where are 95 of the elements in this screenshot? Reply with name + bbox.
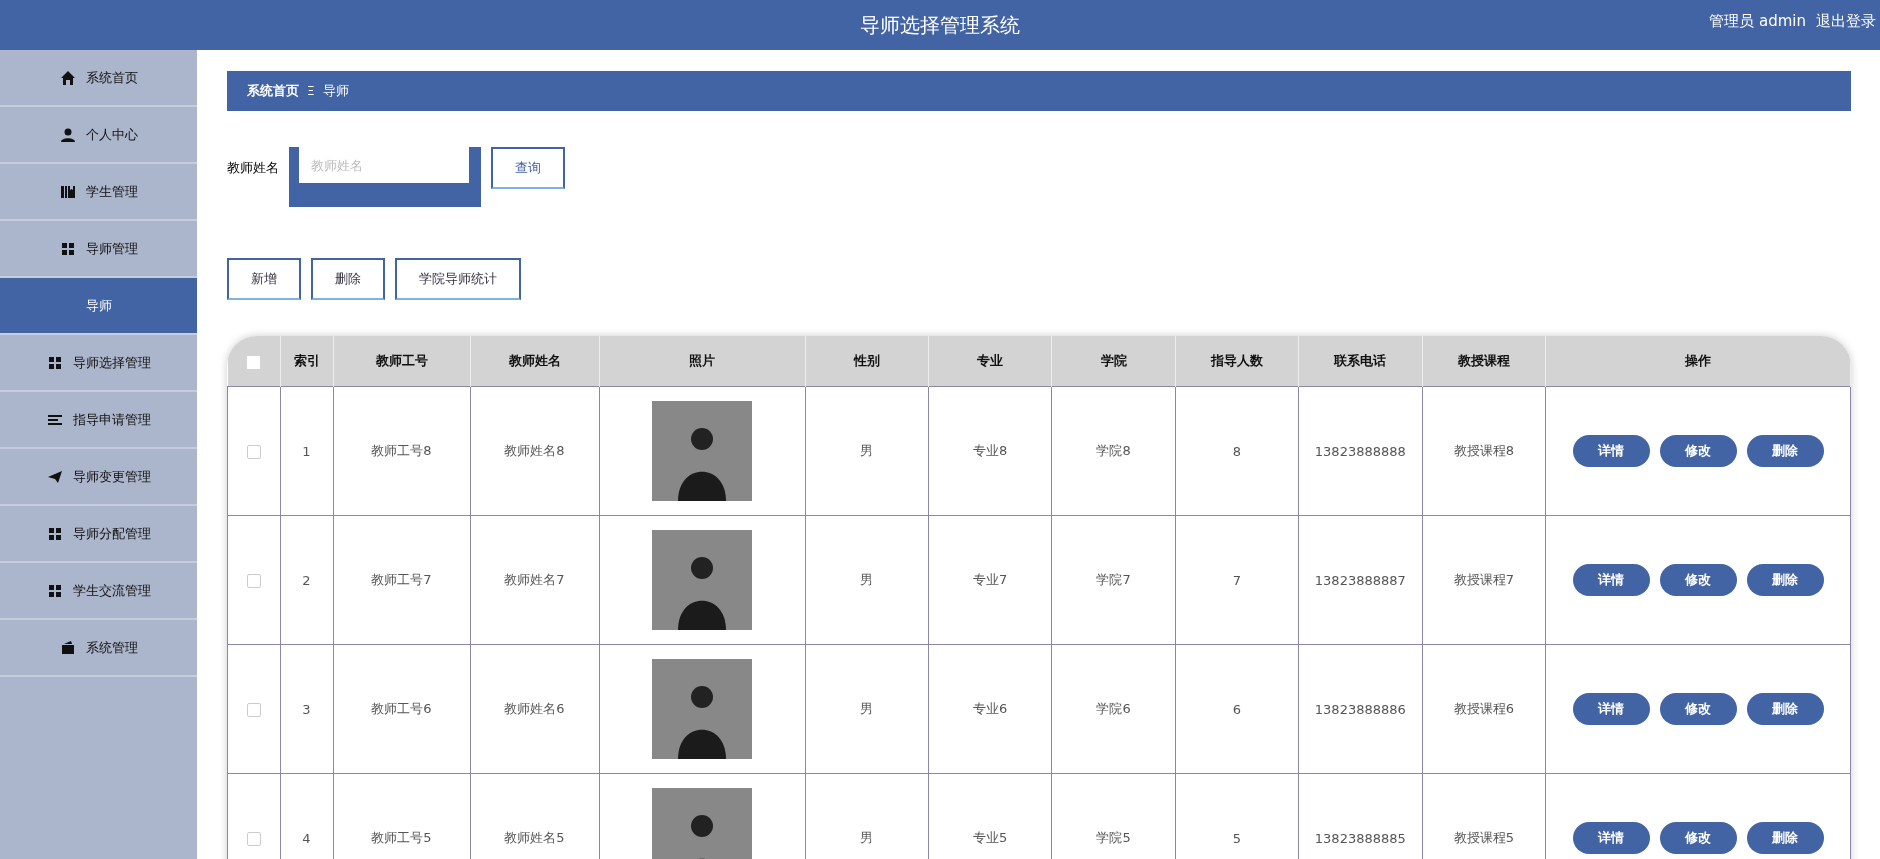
sidebar-item[interactable]: 导师选择管理 [0, 335, 197, 392]
grid-icon [59, 240, 76, 257]
row-action-button[interactable]: 修改 [1659, 693, 1737, 725]
action-button[interactable]: 学院导师统计 [395, 258, 521, 300]
table-cell: 5 [1175, 773, 1299, 859]
row-action-button[interactable]: 删除 [1746, 564, 1824, 596]
column-header: 性别 [805, 336, 929, 387]
sidebar-subitem[interactable]: 导师 [0, 278, 197, 335]
column-header: 索引 [280, 336, 333, 387]
table-cell: 教师姓名8 [470, 386, 599, 516]
search-label: 教师姓名 [227, 159, 279, 177]
books-icon [59, 183, 76, 200]
sidebar-item[interactable]: 系统首页 [0, 50, 197, 107]
column-header: 照片 [599, 336, 805, 387]
table-cell: 专业5 [928, 773, 1052, 859]
table-cell: 1 [280, 386, 333, 516]
action-button[interactable]: 删除 [311, 258, 385, 300]
table-cell: 13823888887 [1298, 515, 1423, 645]
table-cell: 男 [805, 644, 929, 774]
table-cell: 男 [805, 773, 929, 859]
breadcrumb-link[interactable]: 系统首页 [247, 82, 299, 100]
table-cell: 4 [280, 773, 333, 859]
row-checkbox[interactable] [246, 444, 261, 459]
row-action-button[interactable]: 详情 [1572, 435, 1650, 467]
row-checkbox[interactable] [246, 573, 261, 588]
sidebar-item[interactable]: 导师分配管理 [0, 506, 197, 563]
search-field[interactable]: 教师姓名 [289, 147, 481, 207]
sidebar-item[interactable]: 导师变更管理 [0, 449, 197, 506]
table-cell: 男 [805, 515, 929, 645]
table-cell: 专业8 [928, 386, 1052, 516]
home-icon [59, 69, 76, 86]
action-button[interactable]: 新增 [227, 258, 301, 300]
table-cell: 男 [805, 386, 929, 516]
table-cell: 8 [1175, 386, 1299, 516]
row-action-button[interactable]: 详情 [1572, 693, 1650, 725]
row-action-button[interactable]: 删除 [1746, 693, 1824, 725]
grid-icon [46, 525, 63, 542]
row-action-button[interactable]: 删除 [1746, 435, 1824, 467]
grid-icon [46, 582, 63, 599]
admin-label: 管理员 admin [1709, 12, 1806, 31]
select-all-checkbox[interactable] [247, 355, 260, 369]
table-cell: 学院5 [1051, 773, 1176, 859]
column-header: 指导人数 [1175, 336, 1299, 387]
table-cell: 专业7 [928, 515, 1052, 645]
paper-plane-icon [46, 468, 63, 485]
query-button[interactable]: 查询 [491, 147, 565, 189]
row-action-button[interactable]: 修改 [1659, 435, 1737, 467]
table-cell: 3 [280, 644, 333, 774]
table-cell: 7 [1175, 515, 1299, 645]
sidebar-item[interactable]: 学生管理 [0, 164, 197, 221]
table-cell: 教授课程5 [1422, 773, 1546, 859]
table-cell: 教师姓名5 [470, 773, 599, 859]
app-title: 导师选择管理系统 [860, 11, 1020, 39]
table-cell: 教授课程6 [1422, 644, 1546, 774]
sidebar-item[interactable]: 系统管理 [0, 620, 197, 677]
row-action-button[interactable]: 详情 [1572, 822, 1650, 854]
row-action-button[interactable]: 修改 [1659, 564, 1737, 596]
user-icon [59, 126, 76, 143]
breadcrumb-separator: Ξ [307, 84, 315, 98]
sidebar-item[interactable]: 指导申请管理 [0, 392, 197, 449]
wallet-icon [59, 639, 76, 656]
column-header: 联系电话 [1298, 336, 1423, 387]
column-header: 操作 [1545, 336, 1851, 387]
logout-link[interactable]: 退出登录 [1816, 12, 1876, 31]
table-cell: 教师工号6 [333, 644, 470, 774]
grid-icon [46, 354, 63, 371]
table-cell: 专业6 [928, 644, 1052, 774]
column-header: 专业 [928, 336, 1052, 387]
table-cell: 学院7 [1051, 515, 1176, 645]
table-cell: 6 [1175, 644, 1299, 774]
table-cell: 教师姓名7 [470, 515, 599, 645]
table-cell: 2 [280, 515, 333, 645]
row-checkbox[interactable] [246, 702, 261, 717]
table-cell: 13823888886 [1298, 644, 1423, 774]
table-cell: 教师姓名6 [470, 644, 599, 774]
table-cell: 教师工号7 [333, 515, 470, 645]
sidebar-item[interactable]: 学生交流管理 [0, 563, 197, 620]
table-cell: 学院8 [1051, 386, 1176, 516]
breadcrumb-link[interactable]: 导师 [322, 82, 349, 100]
table-cell: 教授课程7 [1422, 515, 1546, 645]
row-checkbox[interactable] [246, 831, 261, 846]
table-cell: 教师工号8 [333, 386, 470, 516]
table-cell: 教师工号5 [333, 773, 470, 859]
column-header: 教师姓名 [470, 336, 599, 387]
row-action-button[interactable]: 删除 [1746, 822, 1824, 854]
column-header: 教师工号 [333, 336, 470, 387]
table-cell: 13823888885 [1298, 773, 1423, 859]
table-cell: 学院6 [1051, 644, 1176, 774]
sidebar-item[interactable]: 个人中心 [0, 107, 197, 164]
column-header: 教授课程 [1422, 336, 1546, 387]
table-cell: 教授课程8 [1422, 386, 1546, 516]
column-header: 学院 [1051, 336, 1176, 387]
row-action-button[interactable]: 修改 [1659, 822, 1737, 854]
table-cell: 13823888888 [1298, 386, 1423, 516]
row-action-button[interactable]: 详情 [1572, 564, 1650, 596]
